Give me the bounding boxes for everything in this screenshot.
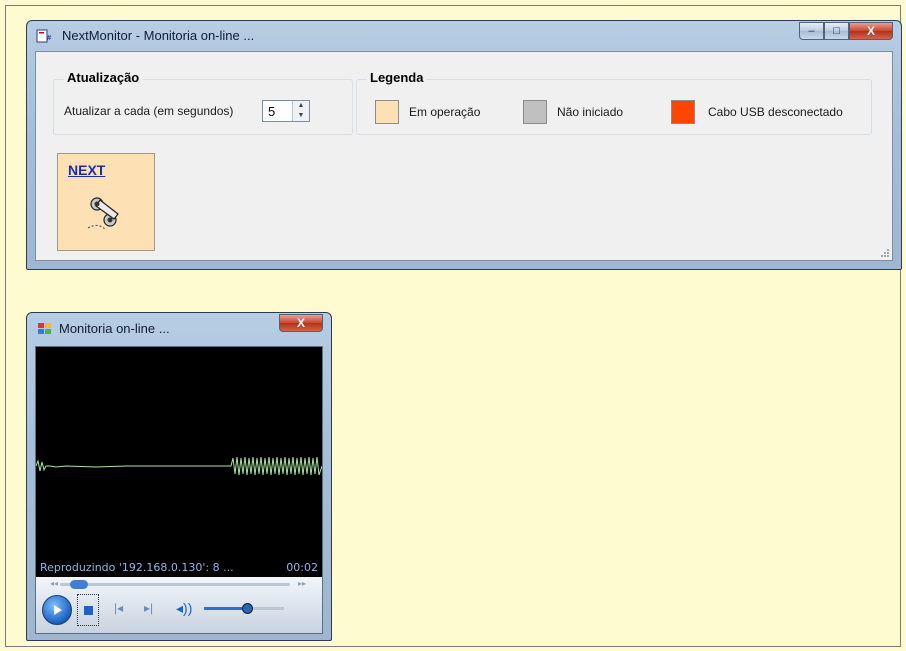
legend-swatch-operating: [375, 100, 399, 124]
player-video-area: Reproduzindo '192.168.0.130': 8 ... 00:0…: [35, 346, 323, 634]
volume-slider[interactable]: [204, 603, 284, 614]
playback-time: 00:02: [286, 561, 318, 574]
close-button[interactable]: X: [849, 22, 893, 40]
legend-label-usb-disconnected: Cabo USB desconectado: [708, 105, 843, 119]
legend-swatch-not-started: [523, 100, 547, 124]
update-groupbox: Atualização Atualizar a cada (em segundo…: [53, 70, 353, 135]
main-window-title: NextMonitor - Monitoria on-line ...: [62, 28, 255, 43]
previous-icon: |◂: [114, 601, 124, 615]
seek-knob[interactable]: [70, 580, 88, 589]
playback-status-text: Reproduzindo '192.168.0.130': 8 ...: [40, 561, 234, 574]
stop-button[interactable]: [77, 594, 99, 626]
legend-group-title: Legenda: [367, 70, 427, 85]
player-close-button[interactable]: X: [279, 314, 323, 332]
interval-spinner[interactable]: 5 ▲ ▼: [262, 100, 310, 122]
next-icon: ▸|: [144, 601, 154, 615]
spin-down-icon[interactable]: ▼: [293, 111, 309, 121]
legend-groupbox: Legenda Em operação Não iniciado Cabo US…: [356, 70, 872, 135]
resize-grip-icon[interactable]: [880, 248, 890, 258]
player-window-title: Monitoria on-line ...: [59, 321, 170, 336]
device-link[interactable]: NEXT: [68, 162, 105, 178]
legend-label-not-started: Não iniciado: [557, 105, 624, 119]
spinner-buttons: ▲ ▼: [292, 101, 309, 121]
player-titlebar[interactable]: Monitoria on-line ... X: [27, 313, 331, 345]
seek-bar[interactable]: [60, 583, 290, 586]
play-icon: [54, 605, 62, 615]
main-titlebar[interactable]: # NextMonitor - Monitoria on-line ... – …: [27, 21, 901, 51]
speaker-icon: ◂)): [176, 600, 193, 616]
player-window: Monitoria on-line ... X Reproduzindo '19…: [26, 312, 332, 641]
app-window-icon: [38, 323, 51, 334]
interval-value: 5: [268, 104, 276, 119]
player-control-bar: ◂◂ ▸▸ |◂ ▸| ◂)): [36, 577, 322, 633]
volume-knob[interactable]: [242, 603, 253, 614]
main-client-area: Atualização Atualizar a cada (em segundo…: [35, 51, 893, 261]
spin-up-icon[interactable]: ▲: [293, 101, 309, 111]
stop-icon: [83, 605, 93, 615]
seek-forward-arrows-icon: ▸▸: [298, 579, 307, 588]
next-track-button[interactable]: ▸|: [144, 601, 153, 615]
handset-device-icon: [87, 197, 119, 231]
svg-text:#: #: [46, 34, 52, 42]
player-window-controls: X: [279, 314, 323, 334]
audio-waveform: [36, 456, 322, 476]
previous-track-button[interactable]: |◂: [114, 601, 123, 615]
legend-swatch-usb-disconnected: [671, 100, 695, 124]
maximize-button[interactable]: □: [824, 22, 849, 40]
seek-back-arrows-icon: ◂◂: [50, 579, 59, 588]
play-button[interactable]: [42, 595, 72, 625]
legend-label-operating: Em operação: [409, 105, 481, 119]
device-tile[interactable]: NEXT: [57, 153, 155, 251]
update-interval-label: Atualizar a cada (em segundos): [64, 104, 234, 118]
form-icon: #: [36, 29, 52, 43]
minimize-button[interactable]: –: [799, 22, 824, 40]
mute-button[interactable]: ◂)): [176, 600, 192, 617]
update-group-title: Atualização: [64, 70, 143, 85]
window-controls: – □ X: [799, 22, 893, 42]
main-window: # NextMonitor - Monitoria on-line ... – …: [26, 20, 902, 270]
